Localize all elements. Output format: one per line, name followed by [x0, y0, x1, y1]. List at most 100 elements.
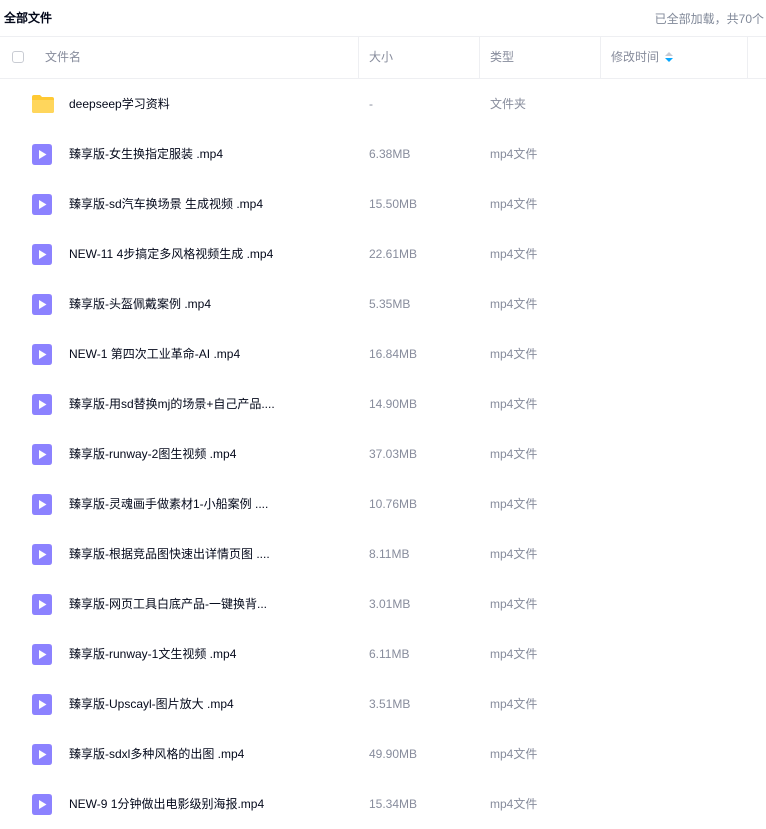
file-size: 8.11MB — [369, 547, 410, 561]
table-row[interactable]: NEW-11 4步搞定多风格视频生成 .mp4 22.61MB mp4文件 — [0, 229, 766, 279]
table-row[interactable]: 臻享版-runway-1文生视频 .mp4 6.11MB mp4文件 — [0, 629, 766, 679]
video-file-icon — [32, 444, 52, 468]
file-name[interactable]: 臻享版-用sd替换mj的场景+自己产品.... — [69, 379, 339, 429]
file-type: 文件夹 — [490, 97, 527, 111]
file-type: mp4文件 — [490, 797, 538, 811]
file-name[interactable]: 臻享版-runway-1文生视频 .mp4 — [69, 629, 339, 679]
file-type: mp4文件 — [490, 647, 538, 661]
table-row[interactable]: 臻享版-sd汽车换场景 生成视频 .mp4 15.50MB mp4文件 — [0, 179, 766, 229]
video-file-icon — [32, 294, 52, 315]
file-name[interactable]: 臻享版-头盔佩戴案例 .mp4 — [69, 279, 339, 329]
sort-icon[interactable] — [665, 51, 674, 64]
column-divider[interactable] — [358, 37, 359, 78]
video-file-icon — [32, 194, 52, 215]
video-file-icon — [32, 494, 52, 518]
folder-icon — [32, 95, 54, 113]
file-name[interactable]: 臻享版-Upscayl-图片放大 .mp4 — [69, 679, 339, 729]
file-name[interactable]: 臻享版-网页工具白底产品-一键换背... — [69, 579, 339, 629]
table-row[interactable]: 臻享版-runway-2图生视频 .mp4 37.03MB mp4文件 — [0, 429, 766, 479]
file-name[interactable]: 臻享版-女生换指定服装 .mp4 — [69, 129, 339, 179]
video-file-icon — [32, 244, 52, 268]
video-file-icon — [32, 644, 52, 668]
table-row[interactable]: 臻享版-Upscayl-图片放大 .mp4 3.51MB mp4文件 — [0, 679, 766, 729]
file-list: deepseep学习资料 - 文件夹臻享版-女生换指定服装 .mp4 6.38MB mp… — [0, 79, 766, 829]
video-file-icon — [32, 144, 52, 165]
video-file-icon — [32, 744, 52, 765]
file-type: mp4文件 — [490, 597, 538, 611]
column-name[interactable]: 文件名 — [45, 37, 81, 78]
file-type: mp4文件 — [490, 697, 538, 711]
video-file-icon — [32, 694, 52, 715]
load-status: 已全部加载，共70个 — [654, 12, 764, 26]
video-file-icon — [32, 294, 52, 318]
file-size: 49.90MB — [369, 747, 418, 761]
table-row[interactable]: deepseep学习资料 - 文件夹 — [0, 79, 766, 129]
file-type: mp4文件 — [490, 547, 538, 561]
file-type: mp4文件 — [490, 747, 538, 761]
file-name[interactable]: 臻享版-根据竞品图快速出详情页图 .... — [69, 529, 339, 579]
table-row[interactable]: 臻享版-女生换指定服装 .mp4 6.38MB mp4文件 — [0, 129, 766, 179]
table-row[interactable]: 臻享版-网页工具白底产品-一键换背... 3.01MB mp4文件 — [0, 579, 766, 629]
video-file-icon — [32, 694, 52, 718]
file-size: 5.35MB — [369, 297, 411, 311]
file-name[interactable]: deepseep学习资料 — [69, 79, 339, 129]
file-size: 6.38MB — [369, 147, 411, 161]
column-modified[interactable]: 修改时间 — [611, 37, 674, 78]
video-file-icon — [32, 394, 52, 415]
video-file-icon — [32, 394, 52, 418]
file-name[interactable]: NEW-11 4步搞定多风格视频生成 .mp4 — [69, 229, 339, 279]
column-divider[interactable] — [479, 37, 480, 78]
file-size: 15.34MB — [369, 797, 418, 811]
video-file-icon — [32, 594, 52, 618]
video-file-icon — [32, 744, 52, 768]
video-file-icon — [32, 544, 52, 568]
file-size: 3.01MB — [369, 597, 411, 611]
video-file-icon — [32, 794, 52, 818]
video-file-icon — [32, 344, 52, 365]
file-size: 15.50MB — [369, 197, 418, 211]
file-name[interactable]: 臻享版-sdxl多种风格的出图 .mp4 — [69, 729, 339, 779]
column-size[interactable]: 大小 — [369, 37, 393, 78]
video-file-icon — [32, 544, 52, 565]
file-size: 22.61MB — [369, 247, 418, 261]
column-divider[interactable] — [600, 37, 601, 78]
file-name[interactable]: NEW-1 第四次工业革命-AI .mp4 — [69, 329, 339, 379]
video-file-icon — [32, 144, 52, 168]
video-file-icon — [32, 344, 52, 368]
table-row[interactable]: 臻享版-根据竞品图快速出详情页图 .... 8.11MB mp4文件 — [0, 529, 766, 579]
table-row[interactable]: 臻享版-sdxl多种风格的出图 .mp4 49.90MB mp4文件 — [0, 729, 766, 779]
file-type: mp4文件 — [490, 297, 538, 311]
file-type: mp4文件 — [490, 397, 538, 411]
file-size: - — [369, 97, 373, 111]
column-divider[interactable] — [747, 37, 748, 78]
file-type: mp4文件 — [490, 347, 538, 361]
table-row[interactable]: 臻享版-头盔佩戴案例 .mp4 5.35MB mp4文件 — [0, 279, 766, 329]
video-file-icon — [32, 644, 52, 665]
video-file-icon — [32, 594, 52, 615]
video-file-icon — [32, 194, 52, 218]
video-file-icon — [32, 494, 52, 515]
video-file-icon — [32, 444, 52, 465]
table-row[interactable]: 臻享版-灵魂画手做素材1-小船案例 .... 10.76MB mp4文件 — [0, 479, 766, 529]
file-size: 37.03MB — [369, 447, 418, 461]
top-bar: 全部文件 已全部加载，共70个 — [0, 0, 766, 37]
file-type: mp4文件 — [490, 447, 538, 461]
column-modified-label: 修改时间 — [611, 50, 660, 64]
file-name[interactable]: 臻享版-灵魂画手做素材1-小船案例 .... — [69, 479, 339, 529]
breadcrumb-all-files[interactable]: 全部文件 — [4, 9, 52, 26]
table-header: 文件名 大小 类型 修改时间 — [0, 37, 766, 79]
file-type: mp4文件 — [490, 147, 538, 161]
table-row[interactable]: 臻享版-用sd替换mj的场景+自己产品.... 14.90MB mp4文件 — [0, 379, 766, 429]
file-name[interactable]: 臻享版-runway-2图生视频 .mp4 — [69, 429, 339, 479]
file-name[interactable]: 臻享版-sd汽车换场景 生成视频 .mp4 — [69, 179, 339, 229]
video-file-icon — [32, 244, 52, 265]
table-row[interactable]: NEW-1 第四次工业革命-AI .mp4 16.84MB mp4文件 — [0, 329, 766, 379]
file-type: mp4文件 — [490, 197, 538, 211]
video-file-icon — [32, 794, 52, 815]
column-type[interactable]: 类型 — [490, 37, 514, 78]
select-all-checkbox[interactable] — [12, 51, 24, 63]
file-size: 14.90MB — [369, 397, 418, 411]
file-name[interactable]: NEW-9 1分钟做出电影级别海报.mp4 — [69, 779, 339, 829]
file-size: 10.76MB — [369, 497, 418, 511]
table-row[interactable]: NEW-9 1分钟做出电影级别海报.mp4 15.34MB mp4文件 — [0, 779, 766, 829]
